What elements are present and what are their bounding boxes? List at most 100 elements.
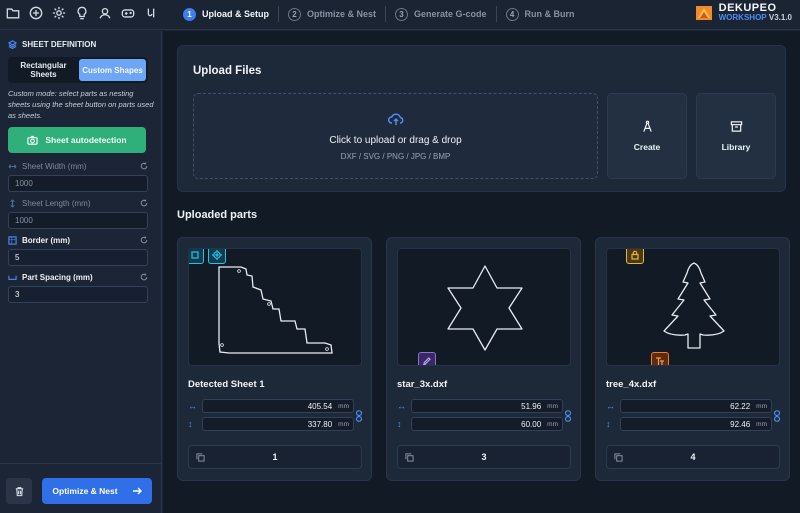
add-circle-icon[interactable]: [29, 6, 43, 20]
sheet-definition-title: SHEET DEFINITION: [8, 40, 96, 49]
step-label: Run & Burn: [524, 9, 575, 19]
reset-icon[interactable]: [140, 236, 148, 244]
width-arrows-icon: ↔: [397, 401, 406, 411]
lightbulb-icon[interactable]: [75, 6, 89, 20]
step-generate-gcode[interactable]: 3 Generate G-code: [395, 7, 487, 21]
part-height-input[interactable]: 60.00 mm: [411, 417, 563, 431]
star-shape: [447, 265, 523, 351]
width-arrows-icon: ↔: [188, 401, 197, 411]
sheet-autodetection-label: Sheet autodetection: [45, 135, 127, 145]
reset-icon[interactable]: [140, 273, 148, 281]
step-run-burn[interactable]: 4 Run & Burn: [505, 7, 575, 21]
part-card-star[interactable]: star_3x.dxf ↔ 51.96 mm ↕ 60.00 mm 3: [386, 237, 581, 481]
part-width-input[interactable]: 51.96 mm: [411, 399, 563, 413]
sidebar-footer: Optimize & Nest: [0, 463, 162, 513]
clear-all-button[interactable]: [6, 478, 32, 504]
code-icon[interactable]: [144, 6, 158, 20]
brand: DEKUPEO WORKSHOP V3.1.0: [695, 3, 792, 23]
sheet-mode-toggle: Rectangular Sheets Custom Shapes: [8, 57, 148, 83]
part-height-input[interactable]: 92.46 mm: [620, 417, 772, 431]
create-label: Create: [633, 142, 661, 152]
width-arrows-icon: ↔: [606, 401, 615, 411]
part-card-tree[interactable]: tree_4x.dxf ↔ 62.22 mm ↕ 92.46 mm 4: [595, 237, 790, 481]
unit-label: mm: [338, 402, 349, 410]
quantity-field[interactable]: 3: [397, 445, 571, 469]
part-width-value: 62.22: [730, 401, 751, 411]
gamepad-icon[interactable]: [121, 6, 135, 20]
part-spacing-input[interactable]: 3: [8, 286, 148, 303]
part-card-detected-sheet[interactable]: Detected Sheet 1 ↔ 405.54 mm ↕ 337.80 mm 1: [177, 237, 372, 481]
part-width-value: 51.96: [521, 401, 542, 411]
user-icon[interactable]: [98, 6, 112, 20]
part-height-input[interactable]: 337.80 mm: [202, 417, 354, 431]
sheet-width-input[interactable]: 1000: [8, 175, 148, 192]
step-upload-setup[interactable]: 1 Upload & Setup: [183, 7, 269, 21]
layers-icon: [8, 40, 17, 49]
optimize-nest-label: Optimize & Nest: [52, 486, 118, 496]
part-width-input[interactable]: 62.22 mm: [620, 399, 772, 413]
part-width-input[interactable]: 405.54 mm: [202, 399, 354, 413]
sheet-definition-label: SHEET DEFINITION: [22, 40, 97, 49]
top-bar: 1 Upload & Setup 2 Optimize & Nest 3 Gen…: [0, 0, 800, 30]
target-icon[interactable]: [208, 249, 226, 264]
main-content: Upload Files Click to upload or drag & d…: [163, 31, 800, 513]
link-ratio-icon[interactable]: [773, 410, 781, 422]
reset-icon[interactable]: [140, 162, 148, 170]
link-ratio-icon[interactable]: [355, 410, 363, 422]
upload-files-title: Upload Files: [193, 65, 262, 77]
border-input[interactable]: 5: [8, 249, 148, 266]
step-number: 3: [395, 7, 409, 21]
step-label: Optimize & Nest: [307, 9, 377, 19]
sheet-length-input[interactable]: 1000: [8, 212, 148, 229]
part-height-value: 92.46: [730, 419, 751, 429]
step-optimize-nest[interactable]: 2 Optimize & Nest: [288, 7, 377, 21]
edit-path-icon[interactable]: [418, 352, 436, 365]
lock-icon[interactable]: [626, 249, 644, 264]
unit-label: mm: [756, 420, 767, 428]
height-arrows-icon: ↕: [606, 419, 611, 429]
unit-label: mm: [547, 402, 558, 410]
part-width-row: ↔ 51.96 mm: [397, 399, 571, 413]
brand-logo-icon: [695, 6, 712, 20]
library-button[interactable]: Library: [696, 93, 776, 179]
unit-label: mm: [338, 420, 349, 428]
settings-gear-icon[interactable]: [52, 6, 66, 20]
uploaded-parts-title: Uploaded parts: [177, 209, 258, 221]
folder-icon[interactable]: [6, 6, 20, 20]
tree-shape: [663, 262, 725, 349]
height-arrows-icon: ↕: [397, 419, 402, 429]
toolbar-icons: [6, 6, 158, 20]
dropzone-formats: DXF / SVG / PNG / JPG / BMP: [340, 152, 451, 161]
app-root: 1 Upload & Setup 2 Optimize & Nest 3 Gen…: [0, 0, 800, 513]
brand-version: V3.1.0: [768, 13, 792, 22]
custom-shapes-button[interactable]: Custom Shapes: [79, 59, 146, 81]
brand-subtitle: WORKSHOP V3.1.0: [719, 13, 792, 23]
part-name: tree_4x.dxf: [606, 379, 657, 390]
step-label: Generate G-code: [414, 9, 487, 19]
archive-icon: [730, 121, 742, 132]
sheet-autodetection-button[interactable]: Sheet autodetection: [8, 127, 146, 153]
part-width-row: ↔ 405.54 mm: [188, 399, 362, 413]
part-height-value: 60.00: [521, 419, 542, 429]
create-button[interactable]: Create: [607, 93, 687, 179]
quantity-field[interactable]: 4: [606, 445, 780, 469]
part-thumbnail: [606, 248, 780, 366]
arrow-right-icon: [132, 487, 142, 495]
unit-label: mm: [756, 402, 767, 410]
quantity-field[interactable]: 1: [188, 445, 362, 469]
rectangular-sheets-button[interactable]: Rectangular Sheets: [10, 59, 77, 81]
link-ratio-icon[interactable]: [564, 410, 572, 422]
part-name: Detected Sheet 1: [188, 379, 265, 390]
part-height-row: ↕ 337.80 mm: [188, 417, 362, 431]
wizard-steps: 1 Upload & Setup 2 Optimize & Nest 3 Gen…: [183, 6, 575, 22]
text-engrave-icon[interactable]: [651, 352, 669, 365]
quantity-value: 1: [272, 452, 278, 462]
sheet-toggle-icon[interactable]: [189, 249, 204, 264]
part-name: star_3x.dxf: [397, 379, 448, 390]
reset-icon[interactable]: [140, 199, 148, 207]
part-width-value: 405.54: [307, 401, 333, 411]
step-number: 2: [288, 7, 301, 21]
file-dropzone[interactable]: Click to upload or drag & drop DXF / SVG…: [193, 93, 598, 179]
optimize-nest-button[interactable]: Optimize & Nest: [42, 478, 152, 504]
sidebar: SHEET DEFINITION Rectangular Sheets Cust…: [0, 31, 162, 513]
